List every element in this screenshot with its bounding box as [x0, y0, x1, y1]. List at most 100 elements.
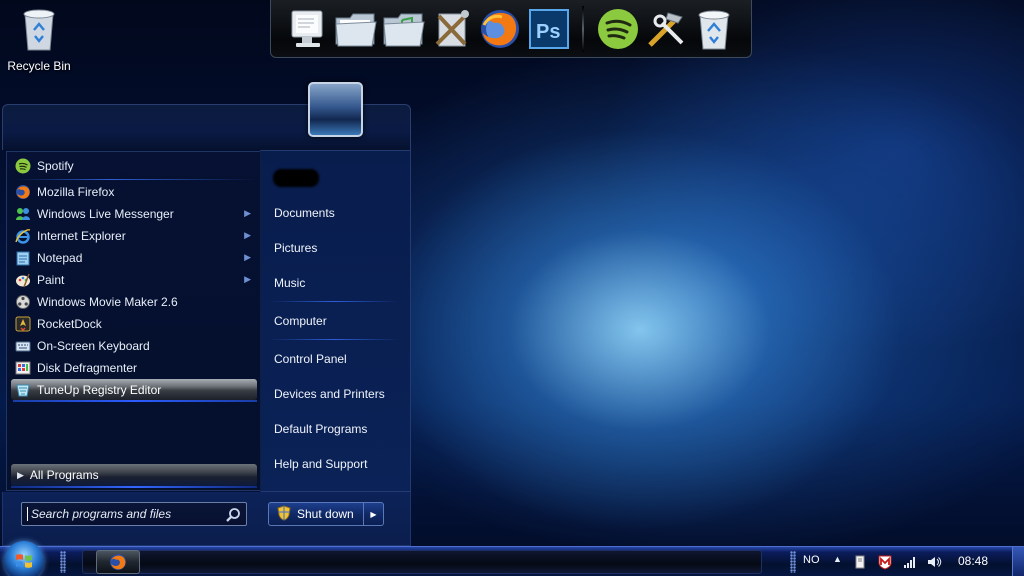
- show-hidden-icons-icon[interactable]: ▲: [833, 554, 842, 564]
- pinned-separator: [15, 179, 255, 180]
- dock-item-photoshop[interactable]: Ps: [526, 6, 571, 52]
- show-desktop-button[interactable]: [1012, 547, 1024, 576]
- dock-item-documents[interactable]: [333, 6, 378, 52]
- program-item-rocketdock[interactable]: RocketDock: [11, 313, 257, 334]
- program-item-on-screen-keyboard[interactable]: On-Screen Keyboard: [11, 335, 257, 356]
- program-item-firefox[interactable]: Mozilla Firefox: [11, 181, 257, 202]
- shield-icon: [277, 504, 291, 524]
- program-label: Windows Live Messenger: [37, 206, 174, 221]
- rocketdock-icon: [15, 316, 31, 332]
- taskbar: NO ▲ 08:48: [0, 541, 1024, 576]
- firefox-icon: [15, 184, 31, 200]
- paint-icon: [15, 272, 31, 288]
- dock-item-spotify[interactable]: [595, 6, 640, 52]
- submenu-arrow-icon[interactable]: ▶: [244, 208, 251, 219]
- shutdown-label: Shut down: [297, 507, 354, 521]
- photoshop-icon: Ps: [528, 8, 569, 49]
- shutdown-button[interactable]: Shut down ▶: [268, 502, 384, 526]
- recycle-bin-icon: [23, 9, 55, 51]
- tools-icon: [435, 9, 470, 46]
- dock-item-recycle-bin[interactable]: [692, 6, 737, 52]
- notepad-icon: [15, 250, 31, 266]
- music-folder-icon: [383, 13, 425, 46]
- place-control-panel[interactable]: Control Panel: [274, 352, 347, 366]
- places-separator: [269, 301, 399, 302]
- program-item-internet-explorer[interactable]: Internet Explorer ▶: [11, 225, 257, 246]
- volume-icon[interactable]: [926, 554, 942, 570]
- user-picture[interactable]: [308, 82, 363, 137]
- spotify-icon: [15, 158, 31, 174]
- place-computer[interactable]: Computer: [274, 314, 327, 328]
- user-name-redacted[interactable]: [273, 169, 319, 187]
- places-separator: [269, 339, 399, 340]
- program-item-paint[interactable]: Paint ▶: [11, 269, 257, 290]
- highlight-underline: [13, 400, 257, 402]
- desktop-icon-recycle-bin[interactable]: Recycle Bin: [2, 6, 76, 73]
- place-devices-and-printers[interactable]: Devices and Printers: [274, 387, 385, 401]
- program-label: Spotify: [37, 158, 74, 173]
- dock-item-settings[interactable]: [644, 6, 689, 52]
- desktop-icon-label: Recycle Bin: [7, 59, 71, 73]
- search-placeholder: Search programs and files: [31, 507, 172, 521]
- recycle-bin-icon: [698, 10, 730, 49]
- firefox-icon: [481, 9, 520, 48]
- program-label: Paint: [37, 272, 65, 287]
- taskbar-button-firefox[interactable]: [96, 550, 140, 574]
- program-label: Mozilla Firefox: [37, 184, 115, 199]
- place-help-and-support[interactable]: Help and Support: [274, 457, 367, 471]
- wrench-hammer-icon: [648, 11, 684, 47]
- safely-remove-hardware-icon[interactable]: [852, 554, 868, 570]
- dock-item-tools[interactable]: [430, 6, 475, 52]
- all-programs-label: All Programs: [29, 468, 99, 482]
- dock-separator: [582, 5, 585, 52]
- program-item-tuneup-registry-editor[interactable]: TuneUp Registry Editor: [11, 379, 257, 400]
- windows-logo-icon: [16, 554, 32, 568]
- submenu-arrow-icon[interactable]: ▶: [244, 274, 251, 285]
- mcafee-icon[interactable]: [877, 554, 893, 570]
- program-label: Disk Defragmenter: [37, 360, 138, 375]
- search-icon[interactable]: [225, 507, 241, 526]
- internet-explorer-icon: [15, 228, 31, 244]
- search-input[interactable]: Search programs and files: [21, 502, 247, 526]
- program-label: RocketDock: [37, 316, 102, 331]
- submenu-arrow-icon[interactable]: ▶: [244, 230, 251, 241]
- firefox-icon: [110, 554, 126, 570]
- program-item-movie-maker[interactable]: Windows Movie Maker 2.6: [11, 291, 257, 312]
- all-programs-button[interactable]: ▶ All Programs: [11, 464, 257, 486]
- clock[interactable]: 08:48: [958, 554, 988, 568]
- dock-item-firefox[interactable]: [478, 6, 523, 52]
- language-indicator[interactable]: NO: [803, 554, 820, 566]
- arrow-right-icon: ▶: [17, 469, 24, 480]
- program-item-disk-defragmenter[interactable]: Disk Defragmenter: [11, 357, 257, 378]
- rocketdock: Ps: [270, 0, 752, 58]
- folder-icon: [335, 13, 377, 46]
- start-button[interactable]: [4, 541, 44, 576]
- network-signal-icon[interactable]: [902, 554, 918, 570]
- dock-item-music[interactable]: [381, 6, 426, 52]
- dock-item-computer[interactable]: [285, 6, 330, 52]
- program-label: Internet Explorer: [37, 228, 126, 243]
- svg-text:Ps: Ps: [536, 21, 560, 43]
- all-programs-underline: [11, 486, 257, 488]
- messenger-icon: [15, 206, 31, 222]
- shutdown-options-arrow-icon[interactable]: ▶: [363, 503, 383, 525]
- program-label: TuneUp Registry Editor: [37, 382, 162, 397]
- program-item-messenger[interactable]: Windows Live Messenger ▶: [11, 203, 257, 224]
- programs-pane: Spotify Mozilla Firefox Windows Live Mes…: [6, 151, 260, 491]
- tray-grip[interactable]: [790, 551, 796, 573]
- spotify-icon: [597, 8, 638, 49]
- place-pictures[interactable]: Pictures: [274, 241, 317, 255]
- place-music[interactable]: Music: [274, 276, 305, 290]
- registry-editor-icon: [15, 382, 31, 398]
- place-default-programs[interactable]: Default Programs: [274, 422, 367, 436]
- movie-maker-icon: [15, 294, 31, 310]
- keyboard-icon: [15, 338, 31, 354]
- taskbar-grip[interactable]: [60, 551, 66, 573]
- place-documents[interactable]: Documents: [274, 206, 335, 220]
- submenu-arrow-icon[interactable]: ▶: [244, 252, 251, 263]
- text-caret: [27, 507, 28, 521]
- start-menu: Spotify Mozilla Firefox Windows Live Mes…: [0, 82, 411, 546]
- start-menu-footer: Search programs and files Shut down ▶: [2, 492, 411, 546]
- program-item-notepad[interactable]: Notepad ▶: [11, 247, 257, 268]
- program-item-spotify[interactable]: Spotify: [11, 155, 257, 176]
